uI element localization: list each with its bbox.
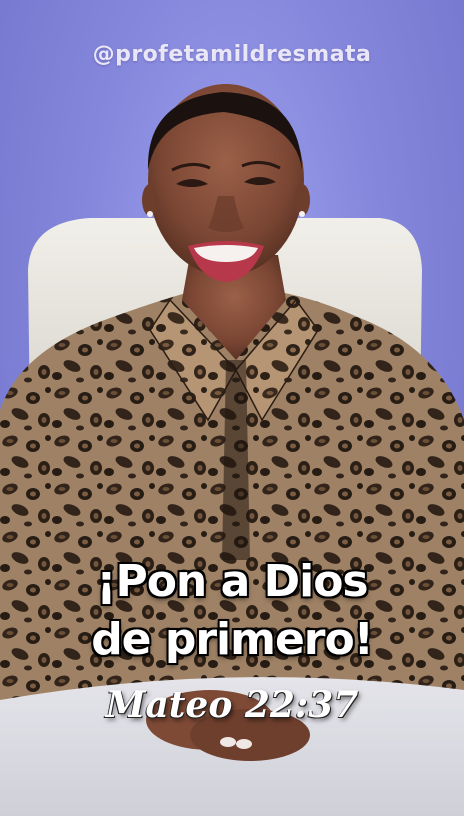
bible-verse-reference: Mateo 22:37 xyxy=(105,684,359,726)
headline-line-1: ¡Pon a Dios xyxy=(96,556,368,607)
video-frame: @profetamildresmata ¡Pon a Dios de prime… xyxy=(0,0,464,816)
account-handle: @profetamildresmata xyxy=(92,42,372,67)
headline-line-2: de primero! xyxy=(91,614,374,665)
